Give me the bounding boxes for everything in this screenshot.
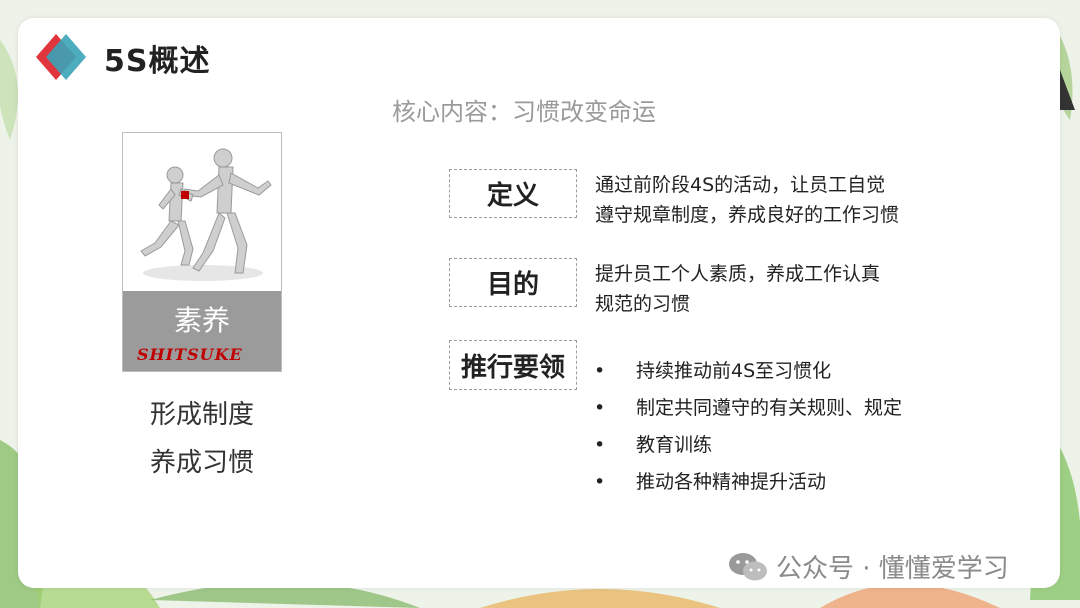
bullet: • xyxy=(594,360,606,382)
figure-en-label: SHITSUKE xyxy=(137,345,243,364)
list-item-text: 制定共同遵守的有关规则、规定 xyxy=(636,397,903,419)
practice-label: 推行要领 xyxy=(449,340,577,390)
purpose-line: 规范的习惯 xyxy=(595,293,691,315)
bullet: • xyxy=(594,397,606,419)
page-title: 5S概述 xyxy=(104,44,211,79)
watermark-text: 公众号 · 懂懂爱学习 xyxy=(776,554,1009,584)
purpose-line: 提升员工个人素质，养成工作认真 xyxy=(595,263,881,285)
figure-band: 素养 SHITSUKE xyxy=(123,291,281,371)
list-item-text: 持续推动前4S至习惯化 xyxy=(636,360,832,382)
definition-line: 遵守规章制度，养成良好的工作习惯 xyxy=(595,204,900,226)
figure-card: 素养 SHITSUKE xyxy=(122,132,282,372)
purpose-text: 提升员工个人素质，养成工作认真 规范的习惯 xyxy=(595,259,880,319)
list-item-text: 教育训练 xyxy=(636,434,713,456)
bullet: • xyxy=(594,434,606,456)
wooden-mannequins-image xyxy=(140,148,272,281)
subtitle: 核心内容：习惯改变命运 xyxy=(392,98,656,126)
definition-text: 通过前阶段4S的活动，让员工自觉 遵守规章制度，养成良好的工作习惯 xyxy=(595,170,899,230)
caption-habit: 养成习惯 xyxy=(150,448,255,478)
diamond-logo-icon xyxy=(36,34,86,80)
watermark: 公众号 · 懂懂爱学习 xyxy=(728,548,1009,585)
purpose-label: 目的 xyxy=(449,258,577,307)
list-item-text: 推动各种精神提升活动 xyxy=(636,471,827,493)
figure-cn-label: 素养 xyxy=(173,304,230,337)
definition-label: 定义 xyxy=(449,169,577,218)
wechat-icon xyxy=(729,552,767,580)
caption-system: 形成制度 xyxy=(150,400,255,430)
bullet: • xyxy=(594,471,606,493)
definition-line: 通过前阶段4S的活动，让员工自觉 xyxy=(595,174,886,196)
